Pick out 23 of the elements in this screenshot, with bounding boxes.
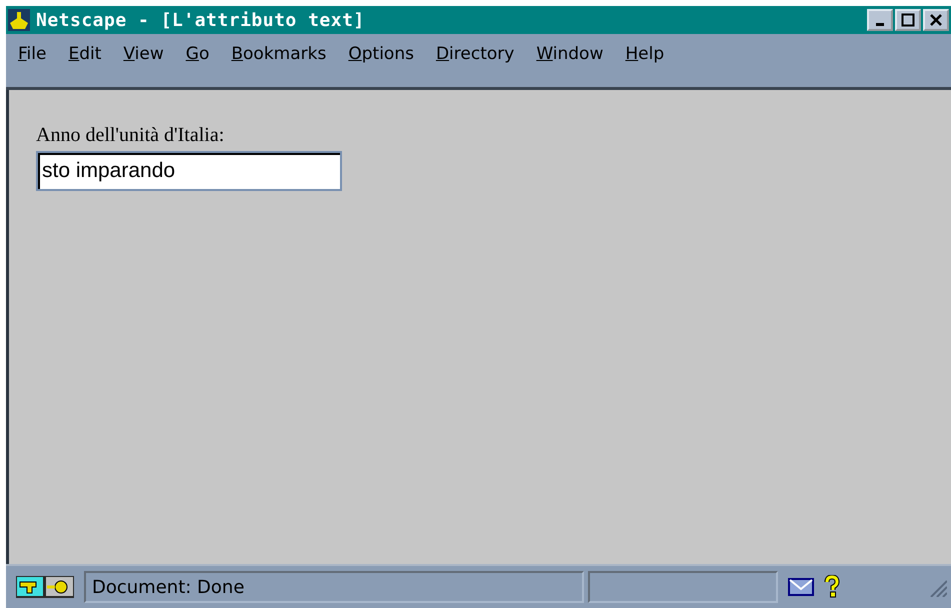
menu-item[interactable]: Go	[180, 44, 216, 64]
maximize-icon	[901, 13, 915, 27]
maximize-button[interactable]	[895, 9, 921, 31]
status-message: Document: Done	[84, 571, 584, 603]
menu-item[interactable]: Help	[619, 44, 670, 64]
help-icon[interactable]	[824, 575, 840, 599]
minimize-button[interactable]	[867, 9, 893, 31]
minimize-icon	[876, 22, 884, 26]
close-button[interactable]	[923, 9, 949, 31]
field-label: Anno dell'unità d'Italia:	[36, 124, 224, 147]
menu-item[interactable]: Directory	[430, 44, 520, 64]
menu-item[interactable]: Options	[342, 44, 420, 64]
window-title: Netscape - [L'attributo text]	[36, 10, 366, 30]
menu-item[interactable]: Bookmarks	[225, 44, 332, 64]
menu-item[interactable]: File	[12, 44, 52, 64]
mail-icon[interactable]	[788, 577, 814, 597]
menu-item[interactable]: View	[117, 44, 170, 64]
close-icon	[929, 13, 943, 27]
app-icon	[8, 9, 30, 31]
menu-item[interactable]: Window	[530, 44, 610, 64]
security-icon	[16, 576, 74, 598]
input-field[interactable]: sto imparando	[36, 151, 342, 191]
menu-item[interactable]: Edit	[62, 44, 108, 64]
